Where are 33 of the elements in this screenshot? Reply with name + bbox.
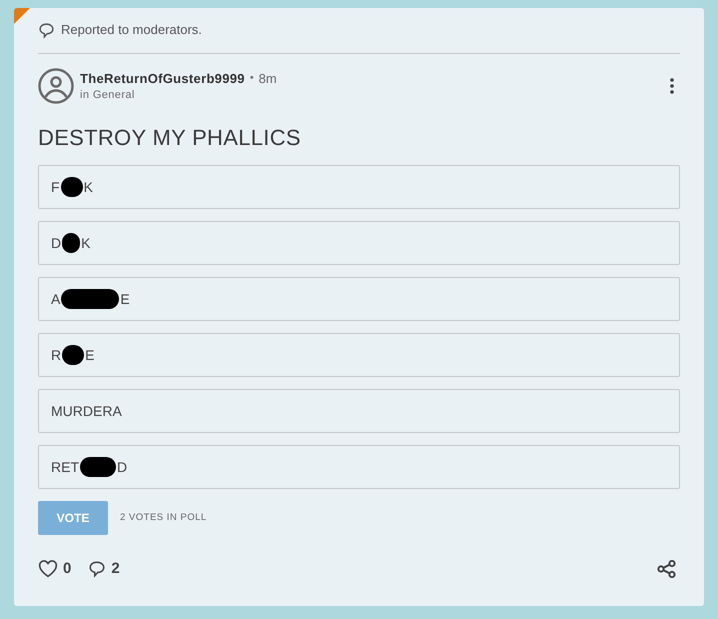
option-text: RET [51,458,79,476]
option-text: MURDERA [51,402,122,420]
share-icon[interactable] [657,560,676,578]
report-notice: Reported to moderators. [61,21,202,40]
option-text: K [84,178,93,196]
option-text: R [51,346,62,364]
post-title: DESTROY MY PHALLICS [38,124,302,152]
option-text: E [85,346,94,364]
more-options-icon[interactable] [670,78,674,94]
post-time: 8m [258,70,277,88]
option-text: K [81,234,90,252]
vote-count: 2 VOTES IN POLL [120,510,207,525]
option-text: D [117,458,128,476]
like-count: 0 [63,559,72,579]
poll-option[interactable]: MURDERA [38,389,680,433]
separator: • [250,71,254,86]
poll-option[interactable]: F K [38,165,680,209]
speech-bubble-icon [38,22,55,38]
option-text: E [120,290,130,308]
poll-option[interactable]: RET D [38,445,680,489]
poll-option[interactable]: A E [38,277,680,321]
heart-icon[interactable] [38,560,58,578]
comment-icon[interactable] [88,560,106,578]
comment-count: 2 [111,559,120,579]
poll-option[interactable]: D K [38,221,680,265]
author-name[interactable]: TheReturnOfGusterb9999 [80,68,245,88]
option-text: A [51,290,60,308]
option-text: F [51,178,60,196]
option-text: D [51,234,62,252]
avatar-icon [38,68,74,104]
corner-flag-icon [14,8,30,24]
poll-option[interactable]: R E [38,333,680,377]
category-label[interactable]: in General [80,87,277,104]
